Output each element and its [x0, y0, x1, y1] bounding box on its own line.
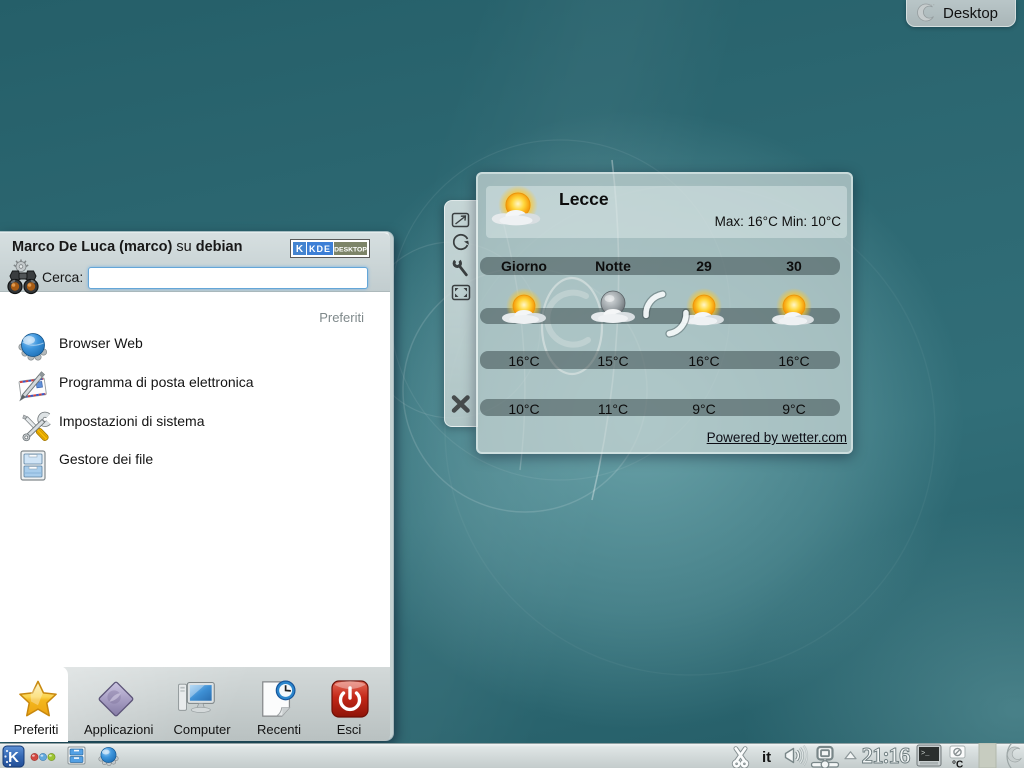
- svg-text:K: K: [8, 749, 19, 766]
- svg-text:it: it: [762, 749, 771, 766]
- svg-text:°C: °C: [952, 760, 963, 768]
- svg-text:DESKTOP: DESKTOP: [334, 247, 367, 254]
- svg-text:21:16: 21:16: [862, 744, 910, 768]
- svg-text:KDE: KDE: [309, 244, 331, 254]
- svg-text:K: K: [296, 244, 304, 255]
- svg-text:>_: >_: [921, 750, 930, 758]
